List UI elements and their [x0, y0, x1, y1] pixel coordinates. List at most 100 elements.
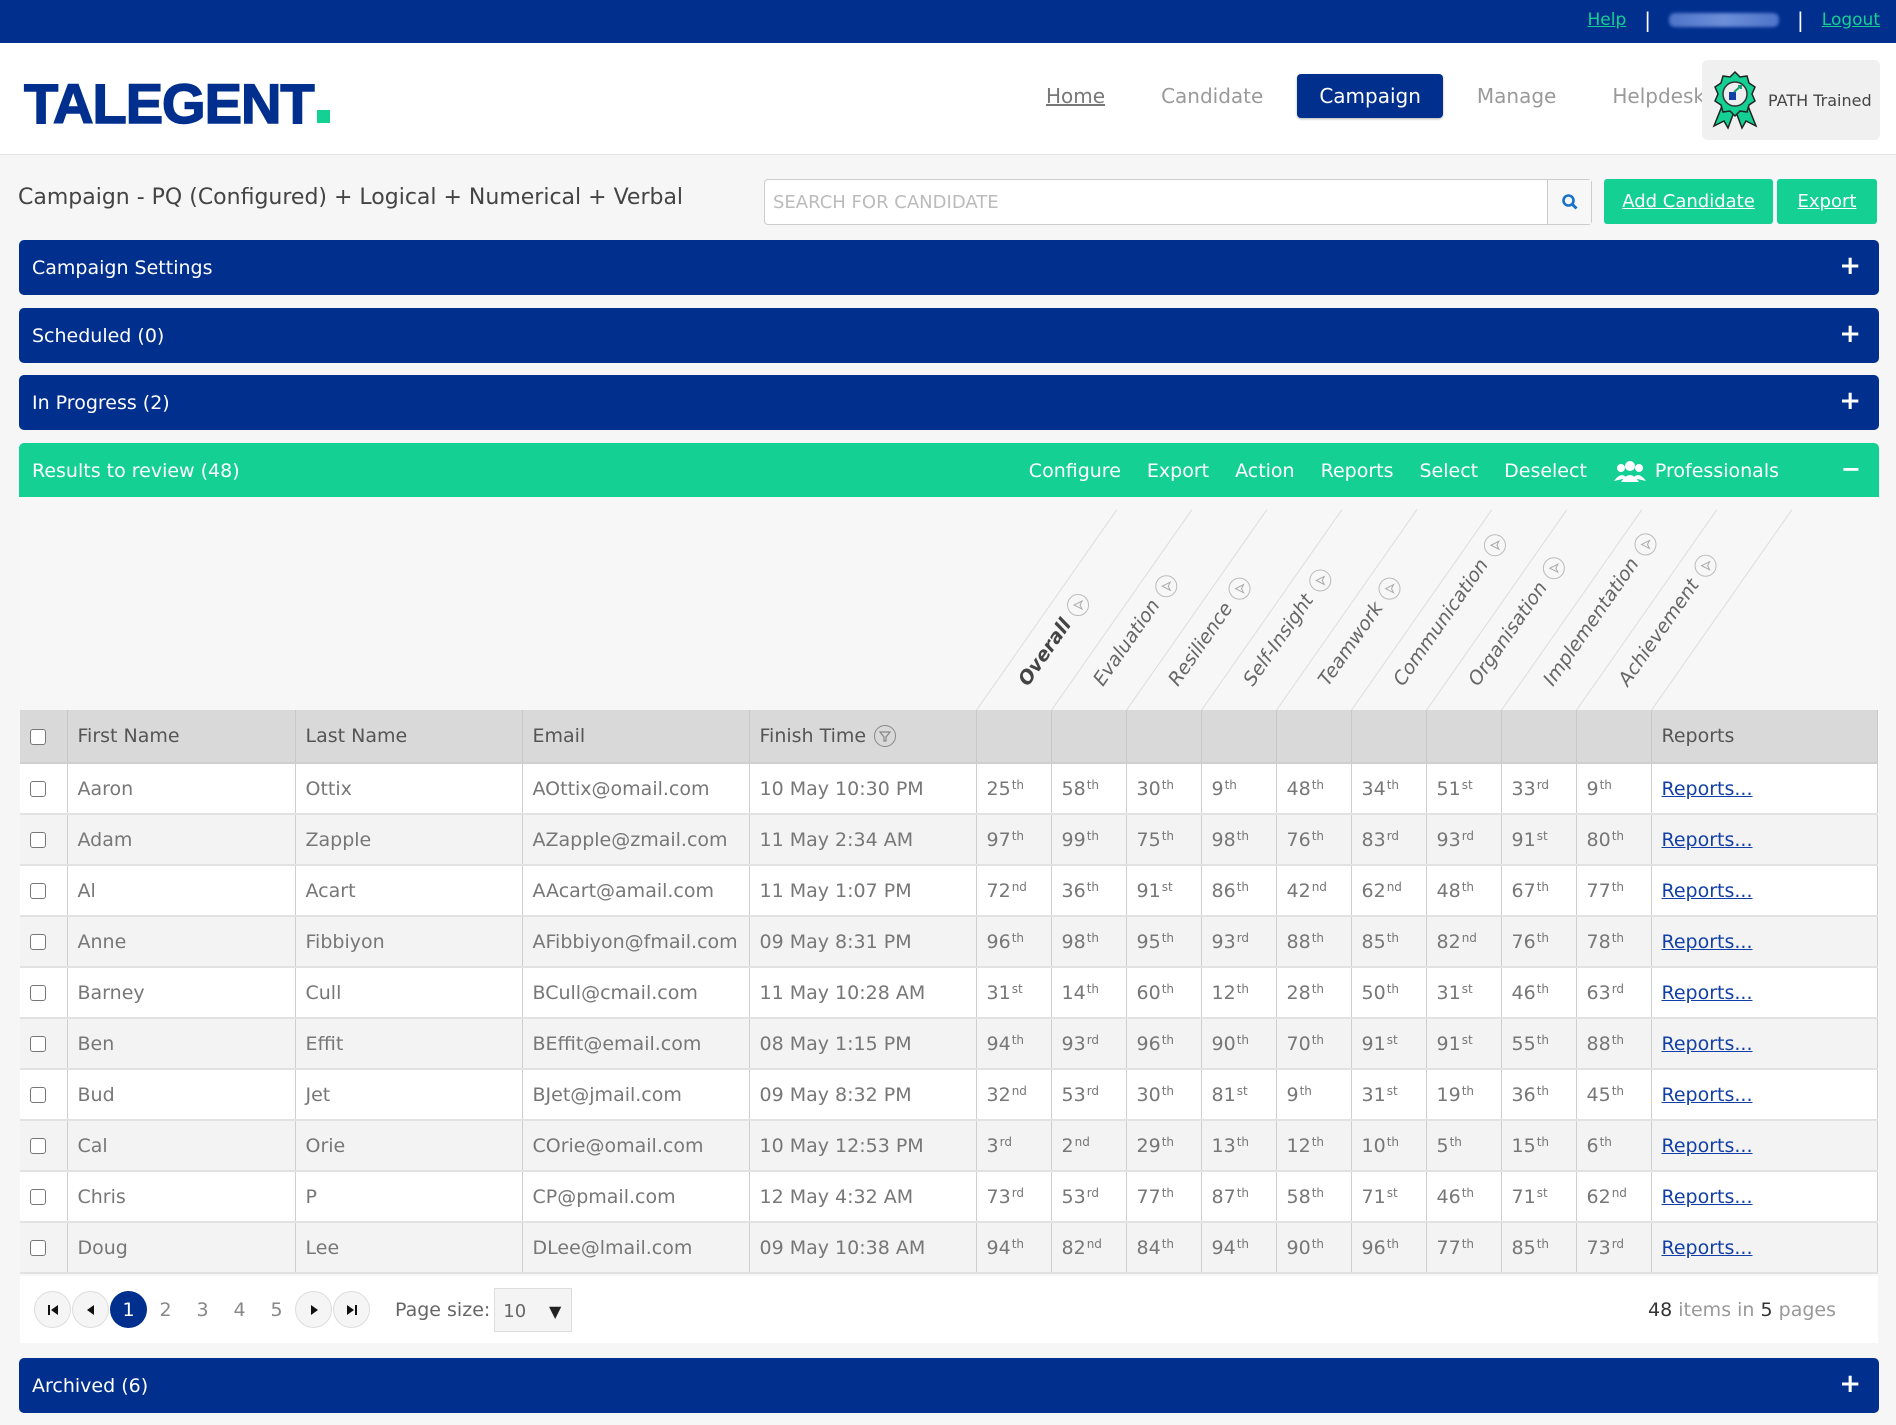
action-menu[interactable]: Action: [1235, 460, 1295, 482]
filter-icon[interactable]: [874, 725, 897, 748]
score-suffix: th: [1236, 1134, 1249, 1149]
row-checkbox[interactable]: [30, 934, 46, 950]
expand-icon[interactable]: +: [1839, 319, 1861, 349]
page-1-button[interactable]: 1: [110, 1291, 147, 1328]
nav-campaign[interactable]: Campaign: [1297, 74, 1443, 118]
score-value: 46: [1436, 1185, 1461, 1208]
last-name-header[interactable]: Last Name: [295, 710, 523, 764]
collapse-icon[interactable]: −: [1841, 455, 1861, 483]
sort-icon[interactable]: [1483, 534, 1506, 557]
score-cell: 36th: [1501, 1069, 1577, 1121]
professionals-label: Professionals: [1654, 459, 1779, 482]
page-3-button[interactable]: 3: [184, 1291, 221, 1328]
row-checkbox[interactable]: [30, 1189, 46, 1205]
last-name-cell: Jet: [295, 1069, 523, 1121]
first-name-cell: Al: [67, 865, 296, 917]
email-header[interactable]: Email: [522, 710, 750, 764]
deselect-action[interactable]: Deselect: [1504, 460, 1587, 482]
row-checkbox[interactable]: [30, 832, 46, 848]
select-all-checkbox[interactable]: [30, 728, 46, 745]
next-page-button[interactable]: [295, 1291, 332, 1328]
sort-icon[interactable]: [1694, 554, 1717, 577]
export-button[interactable]: Export: [1777, 179, 1877, 224]
sort-icon[interactable]: [1378, 577, 1401, 600]
score-value: 70: [1286, 1032, 1311, 1055]
first-name-cell: Barney: [67, 967, 296, 1019]
scheduled-panel[interactable]: Scheduled (0) +: [19, 308, 1879, 363]
reports-link[interactable]: Reports...: [1662, 931, 1753, 953]
export-action[interactable]: Export: [1147, 460, 1209, 482]
panel-title: In Progress (2): [32, 391, 170, 414]
row-checkbox[interactable]: [30, 781, 46, 797]
sort-icon[interactable]: [1542, 557, 1565, 580]
select-action[interactable]: Select: [1420, 460, 1479, 482]
reports-link[interactable]: Reports...: [1662, 778, 1753, 800]
add-candidate-button[interactable]: Add Candidate: [1604, 179, 1773, 224]
email-cell: BEffit@email.com: [522, 1018, 750, 1070]
expand-icon[interactable]: +: [1839, 251, 1861, 281]
archived-panel[interactable]: Archived (6) +: [19, 1358, 1879, 1413]
results-to-review-panel[interactable]: Results to review (48) Configure Export …: [19, 443, 1879, 498]
table-row[interactable]: Ben Effit BEffit@email.com 08 May 1:15 PM 94…: [20, 1018, 1878, 1070]
first-page-button[interactable]: [34, 1291, 71, 1328]
nav-home[interactable]: Home: [1024, 74, 1127, 118]
first-name-header[interactable]: First Name: [67, 710, 296, 764]
table-row[interactable]: Barney Cull BCull@cmail.com 11 May 10:28 AM…: [20, 967, 1878, 1019]
row-checkbox[interactable]: [30, 985, 46, 1001]
reports-link[interactable]: Reports...: [1662, 829, 1753, 851]
score-suffix: th: [1161, 930, 1174, 945]
reports-link[interactable]: Reports...: [1662, 1033, 1753, 1055]
page-5-button[interactable]: 5: [258, 1291, 295, 1328]
search-input[interactable]: [765, 180, 1547, 224]
finish-time-header[interactable]: Finish Time: [749, 710, 977, 764]
last-page-button[interactable]: [333, 1291, 370, 1328]
nav-candidate[interactable]: Candidate: [1139, 74, 1285, 118]
professionals-filter[interactable]: Professionals: [1613, 460, 1779, 482]
prev-page-button[interactable]: [72, 1291, 109, 1328]
email-cell: DLee@lmail.com: [522, 1222, 750, 1274]
reports-link[interactable]: Reports...: [1662, 982, 1753, 1004]
campaign-settings-panel[interactable]: Campaign Settings +: [19, 240, 1879, 295]
path-trained-badge[interactable]: PATH Trained: [1702, 60, 1880, 140]
sort-icon[interactable]: [1155, 574, 1178, 597]
sort-icon[interactable]: [1066, 594, 1089, 617]
table-row[interactable]: Anne Fibbiyon AFibbiyon@fmail.com 09 May 8:…: [20, 916, 1878, 968]
row-checkbox[interactable]: [30, 1036, 46, 1052]
configure-action[interactable]: Configure: [1029, 460, 1121, 482]
table-row[interactable]: Cal Orie COrie@omail.com 10 May 12:53 PM 3rd…: [20, 1120, 1878, 1172]
score-suffix: th: [1011, 930, 1024, 945]
help-link[interactable]: Help: [1588, 10, 1627, 30]
table-row[interactable]: Al Acart AAcart@amail.com 11 May 1:07 PM 72n…: [20, 865, 1878, 917]
row-checkbox[interactable]: [30, 1240, 46, 1256]
table-row[interactable]: Chris P CP@pmail.com 12 May 4:32 AM 73rd 53rd…: [20, 1171, 1878, 1223]
row-checkbox[interactable]: [30, 1087, 46, 1103]
sort-icon[interactable]: [1634, 533, 1657, 556]
sort-icon[interactable]: [1309, 569, 1332, 592]
expand-icon[interactable]: +: [1839, 1369, 1861, 1399]
table-row[interactable]: Adam Zapple AZapple@zmail.com 11 May 2:34 A…: [20, 814, 1878, 866]
score-cell: 34th: [1351, 763, 1427, 815]
reports-link[interactable]: Reports...: [1662, 1135, 1753, 1157]
expand-icon[interactable]: +: [1839, 386, 1861, 416]
page-4-button[interactable]: 4: [221, 1291, 258, 1328]
reports-link[interactable]: Reports...: [1662, 880, 1753, 902]
reports-link[interactable]: Reports...: [1662, 1186, 1753, 1208]
reports-link[interactable]: Reports...: [1662, 1237, 1753, 1259]
row-checkbox[interactable]: [30, 1138, 46, 1154]
table-row[interactable]: Aaron Ottix AOttix@omail.com 10 May 10:30 P…: [20, 763, 1878, 815]
table-row[interactable]: Bud Jet BJet@jmail.com 09 May 8:32 PM 32nd 53…: [20, 1069, 1878, 1121]
page-2-button[interactable]: 2: [147, 1291, 184, 1328]
row-checkbox[interactable]: [30, 883, 46, 899]
reports-action[interactable]: Reports: [1321, 460, 1394, 482]
talegent-logo[interactable]: TALEGENT: [23, 71, 330, 136]
reports-link[interactable]: Reports...: [1662, 1084, 1753, 1106]
table-row[interactable]: Doug Lee DLee@lmail.com 09 May 10:38 AM 94th…: [20, 1222, 1878, 1274]
score-value: 82: [1436, 930, 1461, 953]
page-size-select[interactable]: 10 ▼: [494, 1287, 573, 1332]
in-progress-panel[interactable]: In Progress (2) +: [19, 375, 1879, 430]
logout-link[interactable]: Logout: [1822, 10, 1880, 30]
search-button[interactable]: [1547, 180, 1591, 224]
sort-icon[interactable]: [1228, 578, 1251, 601]
score-cell: 2nd: [1051, 1120, 1127, 1172]
nav-manage[interactable]: Manage: [1455, 74, 1578, 118]
